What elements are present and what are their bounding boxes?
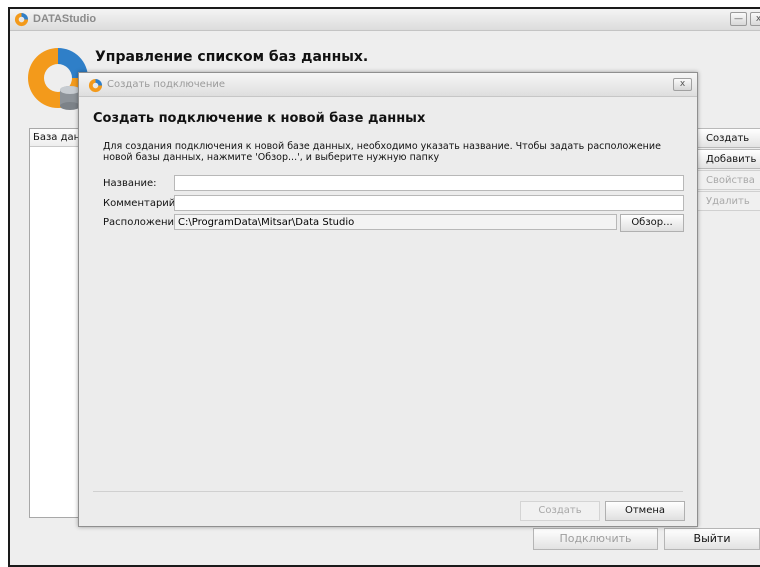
comment-label: Комментарий: [103, 198, 179, 209]
location-input[interactable] [174, 214, 617, 230]
dialog-title: Создать подключение [107, 79, 226, 90]
close-icon: x [679, 79, 686, 89]
app-title: DATAStudio [33, 13, 97, 25]
comment-input[interactable] [174, 195, 684, 211]
create-connection-dialog: Создать подключение x Создать подключени… [78, 72, 698, 527]
dialog-separator [93, 491, 683, 492]
location-label: Расположение: [103, 217, 184, 228]
name-input[interactable] [174, 175, 684, 191]
dialog-close-button[interactable]: x [673, 78, 692, 91]
exit-button[interactable]: Выйти [664, 528, 760, 550]
main-heading: Управление списком баз данных. [95, 49, 369, 65]
dialog-description: Для создания подключения к новой базе да… [103, 141, 661, 163]
close-icon: x [755, 14, 760, 24]
app-logo-icon [14, 12, 29, 27]
name-label: Название: [103, 178, 157, 189]
main-titlebar[interactable]: DATAStudio — x [10, 9, 760, 31]
create-db-button[interactable]: Создать [696, 128, 760, 148]
dialog-logo-icon [88, 78, 103, 93]
minimize-button[interactable]: — [730, 12, 747, 26]
delete-button[interactable]: Удалить [696, 191, 760, 211]
dialog-titlebar[interactable]: Создать подключение x [79, 73, 697, 97]
add-db-button[interactable]: Добавить [696, 149, 760, 169]
dialog-heading: Создать подключение к новой базе данных [93, 111, 426, 126]
connect-button[interactable]: Подключить [533, 528, 658, 550]
properties-button[interactable]: Свойства [696, 170, 760, 190]
dialog-create-button[interactable]: Создать [520, 501, 600, 521]
browse-button[interactable]: Обзор... [620, 214, 684, 232]
minimize-icon: — [734, 14, 743, 24]
close-button[interactable]: x [750, 12, 760, 26]
dialog-cancel-button[interactable]: Отмена [605, 501, 685, 521]
